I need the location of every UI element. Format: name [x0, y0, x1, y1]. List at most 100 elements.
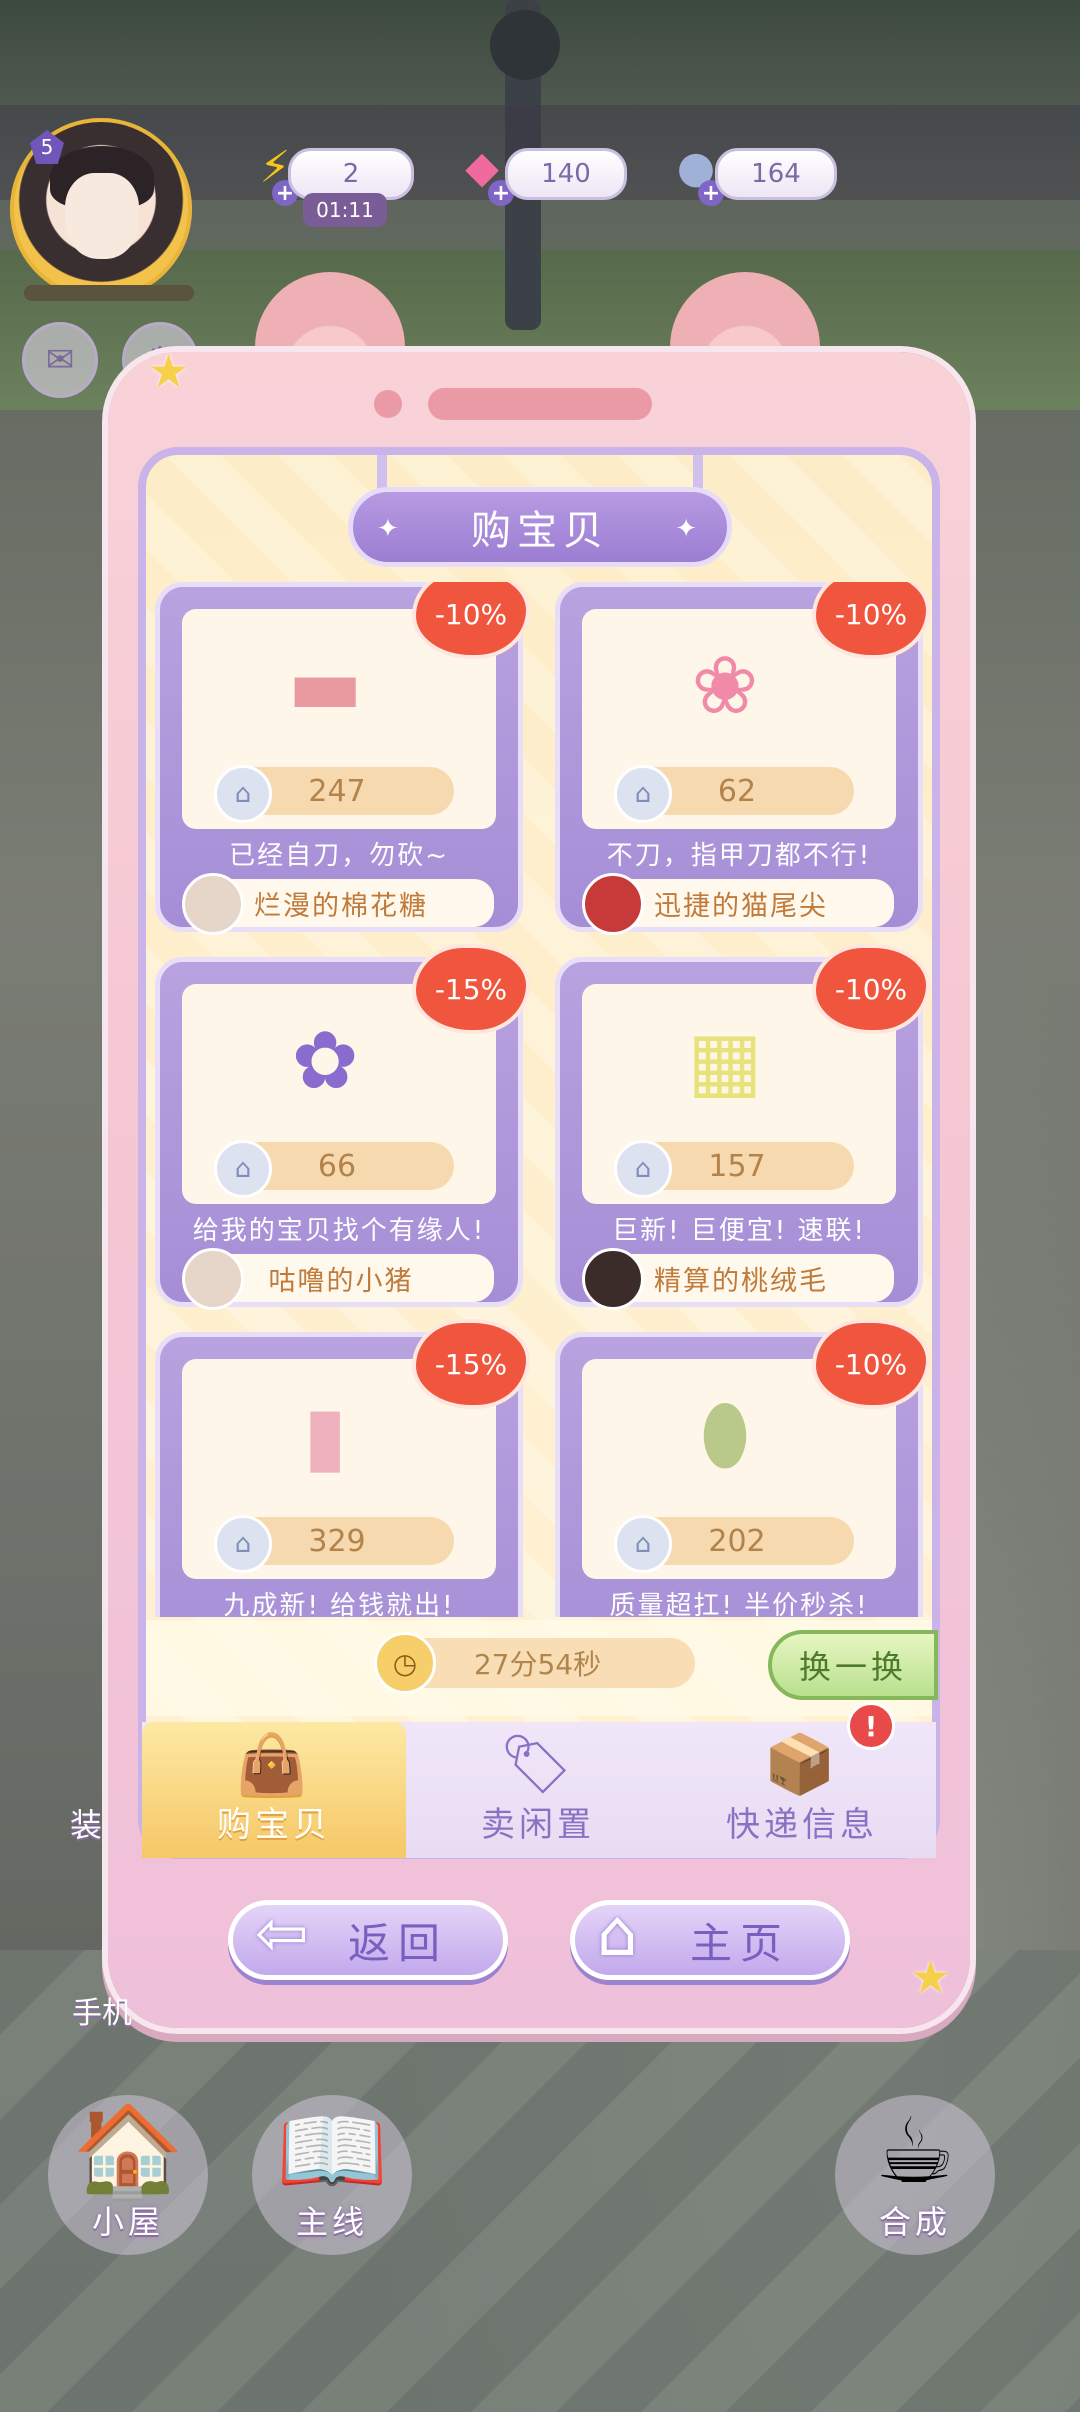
package-box-icon: 📦: [763, 1730, 841, 1798]
menu-storyline[interactable]: 📖 主线: [252, 2095, 412, 2255]
back-button-label: 返回: [347, 1918, 448, 1968]
potted-hydrangea-icon: ✿: [291, 1013, 359, 1107]
item-description: 巨新! 巨便宜! 速联!: [612, 1216, 866, 1246]
item-description: 不刀，指甲刀都不行!: [606, 841, 872, 871]
pink-scroll-icon: ▮: [302, 1388, 348, 1482]
menu-label: 主线: [295, 2203, 368, 2241]
menu-house[interactable]: 🏠 小屋: [48, 2095, 208, 2255]
seller-name-text: 烂漫的棉花糖: [254, 890, 428, 922]
shop-tab-bar: 👜 购宝贝 🏷 卖闲置 📦 快递信息: [142, 1722, 936, 1858]
refresh-button[interactable]: 换一换: [768, 1630, 938, 1700]
camera-dot: [374, 390, 402, 418]
alarm-clock-icon: ◷: [374, 1632, 436, 1694]
house-icon: 🏠: [71, 2099, 185, 2204]
item-card[interactable]: ▦ ⌂ 157 巨新! 巨便宜! 速联! 精算的桃绒毛 -10%: [555, 948, 926, 1310]
price-value: 247: [308, 773, 366, 809]
item-card[interactable]: ▬ ⌂ 247 已经自刀，勿砍~ 烂漫的棉花糖 -10%: [155, 582, 526, 935]
seller-name-text: 精算的桃绒毛: [654, 1265, 828, 1297]
side-menu-label: 装: [70, 1806, 103, 1844]
tab-buy[interactable]: 👜 购宝贝: [142, 1722, 406, 1858]
notification-badge: !: [847, 1702, 895, 1750]
storybook-icon: 📖: [275, 2099, 389, 2204]
back-arrow-icon: ⇦: [255, 1897, 317, 1971]
item-price: ⌂ 329: [214, 1515, 454, 1573]
home-button-label: 主页: [689, 1918, 790, 1968]
coin-icon: ⌂: [214, 1140, 272, 1198]
shopping-bag-icon: 👜: [235, 1730, 313, 1798]
back-button[interactable]: ⇦ 返回: [228, 1897, 508, 1980]
window-icon: ▦: [687, 1013, 763, 1107]
tab-label: 卖闲置: [481, 1805, 595, 1845]
price-value: 66: [317, 1148, 357, 1184]
gem-counter: 140: [505, 148, 627, 200]
coin-icon: ⌂: [614, 1140, 672, 1198]
item-card[interactable]: ❀ ⌂ 62 不刀，指甲刀都不行! 迅捷的猫尾尖 -10%: [555, 582, 926, 935]
discount-badge: -10%: [416, 582, 526, 655]
sparkle-icon: ✦: [377, 514, 405, 544]
discount-badge: -15%: [416, 948, 526, 1030]
speaker-slot: [428, 388, 652, 420]
item-price: ⌂ 247: [214, 765, 454, 823]
avatar-face: [65, 173, 139, 259]
mail-icon[interactable]: ✉: [22, 322, 98, 398]
price-value: 157: [708, 1148, 766, 1184]
coin-icon: ⌂: [614, 1515, 672, 1573]
seller-name[interactable]: 咕噜的小猪: [182, 1248, 494, 1310]
item-price: ⌂ 202: [614, 1515, 854, 1573]
seller-avatar: [582, 1248, 644, 1310]
flower-vase-icon: ❀: [691, 638, 759, 732]
price-value: 329: [308, 1523, 366, 1559]
discount-badge: -10%: [816, 948, 926, 1030]
discount-badge: -15%: [416, 1323, 526, 1405]
street-lamp-top: [490, 10, 560, 80]
coin-icon: ⌂: [214, 765, 272, 823]
floral-plaque-icon: ⬮: [699, 1388, 751, 1481]
item-card[interactable]: ▮ ⌂ 329 九成新! 给钱就出! -15%: [155, 1323, 526, 1617]
coin-icon: ⌂: [614, 765, 672, 823]
item-description: 九成新! 给钱就出!: [223, 1591, 455, 1617]
tab-label: 快递信息: [726, 1805, 878, 1845]
seller-name[interactable]: 烂漫的棉花糖: [182, 873, 494, 935]
item-price: ⌂ 66: [214, 1140, 454, 1198]
discount-badge: -10%: [816, 582, 926, 655]
star-decoration-icon: ★: [910, 1950, 952, 2004]
seller-name[interactable]: 精算的桃绒毛: [582, 1248, 894, 1310]
item-grid: ▬ ⌂ 247 已经自刀，勿砍~ 烂漫的棉花糖 -10% ❀ ⌂ 62 不刀，指…: [155, 582, 930, 1617]
seller-avatar: [182, 1248, 244, 1310]
seller-name-text: 咕噜的小猪: [268, 1265, 414, 1297]
experience-bar: [24, 285, 194, 301]
item-description: 给我的宝贝找个有缘人!: [192, 1216, 486, 1246]
menu-label: 小屋: [91, 2203, 164, 2241]
tab-label: 购宝贝: [217, 1805, 331, 1845]
seller-name-text: 迅捷的猫尾尖: [654, 890, 828, 922]
price-value: 62: [717, 773, 757, 809]
star-decoration-icon: ★: [148, 344, 190, 398]
side-menu-label: 手机: [72, 1996, 132, 2031]
bench-icon: ▬: [287, 638, 363, 732]
sparkle-icon: ✦: [675, 514, 703, 544]
seller-name[interactable]: 迅捷的猫尾尖: [582, 873, 894, 935]
tab-delivery[interactable]: 📦 快递信息: [670, 1722, 934, 1858]
page-title: ✦ 购宝贝 ✦: [348, 487, 732, 567]
menu-merge[interactable]: ☕ 合成: [835, 2095, 995, 2255]
home-button[interactable]: ⌂ 主页: [570, 1897, 850, 1980]
item-description: 质量超扛! 半价秒杀!: [609, 1591, 869, 1617]
home-icon: ⌂: [597, 1897, 646, 1971]
teacup-icon: ☕: [874, 2099, 956, 2204]
item-card[interactable]: ⬮ ⌂ 202 质量超扛! 半价秒杀! -10%: [555, 1323, 926, 1617]
coin-counter: 164: [715, 148, 837, 200]
menu-label: 合成: [878, 2203, 951, 2241]
price-value: 202: [708, 1523, 766, 1559]
item-description: 已经自刀，勿砍~: [229, 841, 449, 871]
item-price: ⌂ 62: [614, 765, 854, 823]
page-title-text: 购宝贝: [471, 508, 609, 554]
coin-icon: ⌂: [214, 1515, 272, 1573]
tab-sell[interactable]: 🏷 卖闲置: [406, 1722, 670, 1858]
price-tag-icon: 🏷: [499, 1730, 577, 1798]
item-card[interactable]: ✿ ⌂ 66 给我的宝贝找个有缘人! 咕噜的小猪 -15%: [155, 948, 526, 1310]
seller-avatar: [182, 873, 244, 935]
discount-badge: -10%: [816, 1323, 926, 1405]
seller-avatar: [582, 873, 644, 935]
energy-timer: 01:11: [303, 193, 387, 227]
item-price: ⌂ 157: [614, 1140, 854, 1198]
